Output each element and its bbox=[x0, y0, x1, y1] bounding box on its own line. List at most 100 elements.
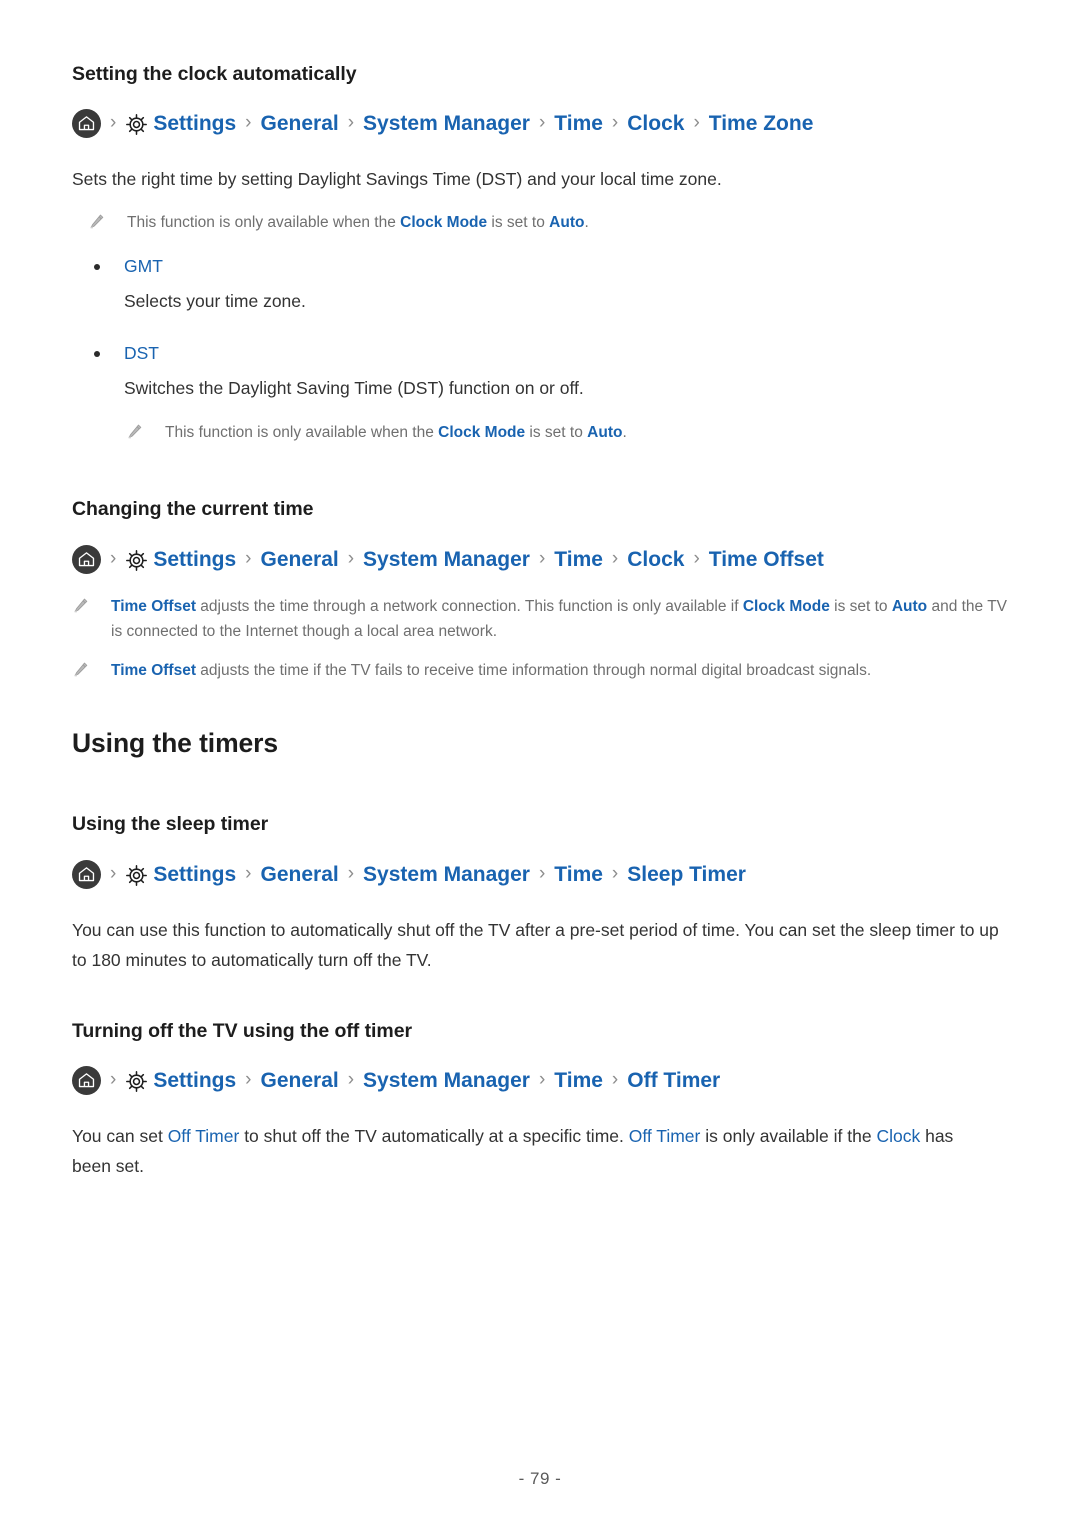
breadcrumb-crumb-system-manager[interactable]: System Manager bbox=[363, 1070, 530, 1091]
note-part-1: adjusts the time through a network conne… bbox=[196, 597, 743, 615]
breadcrumb-separator: › bbox=[611, 862, 619, 884]
note-link-time-offset[interactable]: Time Offset bbox=[111, 662, 196, 679]
gear-icon bbox=[125, 864, 148, 887]
breadcrumb-separator: › bbox=[611, 112, 619, 134]
note-link-clock-mode[interactable]: Clock Mode bbox=[438, 424, 525, 441]
note-part-1: This function is only available when the bbox=[127, 214, 401, 232]
breadcrumb-clock-auto[interactable]: › Settings › General › System Manager › … bbox=[72, 109, 1008, 139]
breadcrumb-separator: › bbox=[245, 862, 252, 884]
breadcrumb-crumb-general[interactable]: General bbox=[261, 113, 339, 134]
breadcrumb-crumb-settings[interactable]: Settings bbox=[153, 864, 236, 885]
breadcrumb-crumb-time[interactable]: Time bbox=[554, 549, 603, 570]
breadcrumb-crumb-system-manager[interactable]: System Manager bbox=[363, 113, 530, 134]
note-link-time-offset[interactable]: Time Offset bbox=[111, 598, 196, 615]
manual-page: Setting the clock automatically › Settin… bbox=[0, 0, 1080, 1527]
breadcrumb-separator: › bbox=[538, 112, 546, 134]
breadcrumb-separator: › bbox=[611, 547, 619, 569]
desc-link-off-timer[interactable]: Off Timer bbox=[168, 1126, 240, 1146]
pencil-icon bbox=[72, 661, 89, 678]
breadcrumb-separator: › bbox=[693, 547, 700, 569]
list-item: DST bbox=[94, 341, 1008, 366]
breadcrumb-sleep-timer[interactable]: › Settings › General › System Manager › … bbox=[72, 859, 1008, 889]
breadcrumb-crumb-off-timer[interactable]: Off Timer bbox=[627, 1070, 720, 1091]
page-number: - 79 - bbox=[518, 1469, 562, 1488]
breadcrumb-separator: › bbox=[347, 862, 355, 884]
gear-icon bbox=[125, 113, 148, 136]
breadcrumb-off-timer[interactable]: › Settings › General › System Manager › … bbox=[72, 1066, 1008, 1096]
note-link-auto[interactable]: Auto bbox=[892, 598, 927, 615]
breadcrumb-crumb-clock[interactable]: Clock bbox=[627, 549, 684, 570]
desc-part-1: You can set bbox=[72, 1126, 168, 1147]
bullet-dot-icon bbox=[94, 350, 100, 357]
bullet-dot-icon bbox=[94, 263, 100, 270]
home-icon[interactable] bbox=[72, 1066, 101, 1096]
note-link-clock-mode[interactable]: Clock Mode bbox=[743, 598, 830, 615]
option-label-gmt[interactable]: GMT bbox=[124, 254, 163, 279]
breadcrumb-separator: › bbox=[347, 547, 355, 569]
home-icon[interactable] bbox=[72, 859, 101, 889]
breadcrumb-crumb-clock[interactable]: Clock bbox=[627, 113, 684, 134]
page-title-using-the-timers: Using the timers bbox=[72, 728, 279, 759]
breadcrumb-crumb-sleep-timer[interactable]: Sleep Timer bbox=[627, 864, 746, 885]
gear-icon bbox=[125, 549, 148, 572]
breadcrumb-crumb-system-manager[interactable]: System Manager bbox=[363, 549, 530, 570]
note-time-offset-network: Time Offset adjusts the time through a n… bbox=[72, 594, 1008, 644]
breadcrumb-crumb-general[interactable]: General bbox=[261, 864, 339, 885]
breadcrumb-separator: › bbox=[611, 1069, 619, 1091]
breadcrumb-separator: › bbox=[245, 547, 252, 569]
breadcrumb-crumb-settings[interactable]: Settings bbox=[153, 549, 236, 570]
breadcrumb-current-time[interactable]: › Settings › General › System Manager › … bbox=[72, 544, 1008, 574]
note-link-auto[interactable]: Auto bbox=[549, 214, 584, 231]
breadcrumb-separator: › bbox=[538, 547, 546, 569]
gear-icon bbox=[125, 1070, 148, 1093]
breadcrumb-crumb-time[interactable]: Time bbox=[554, 1070, 603, 1091]
section-title-sleep-timer: Using the sleep timer bbox=[72, 813, 269, 836]
pencil-icon bbox=[126, 423, 143, 440]
note-text: Time Offset adjusts the time through a n… bbox=[111, 594, 1008, 644]
breadcrumb-separator: › bbox=[110, 547, 117, 569]
section-title-current-time: Changing the current time bbox=[72, 498, 314, 521]
option-description-gmt: Selects your time zone. bbox=[124, 290, 306, 311]
breadcrumb-crumb-time-offset[interactable]: Time Offset bbox=[709, 549, 824, 570]
section-title-clock-auto: Setting the clock automatically bbox=[72, 63, 357, 85]
desc-link-off-timer-2[interactable]: Off Timer bbox=[629, 1126, 701, 1146]
option-label-dst[interactable]: DST bbox=[124, 341, 159, 366]
note-part-2: is set to bbox=[487, 214, 550, 232]
note-link-auto[interactable]: Auto bbox=[587, 424, 622, 441]
breadcrumb-separator: › bbox=[538, 1069, 546, 1091]
breadcrumb-crumb-general[interactable]: General bbox=[261, 1070, 339, 1091]
breadcrumb-crumb-time[interactable]: Time bbox=[554, 864, 603, 885]
desc-link-clock[interactable]: Clock bbox=[876, 1126, 920, 1146]
breadcrumb-separator: › bbox=[693, 112, 700, 134]
pencil-icon bbox=[88, 213, 105, 230]
note-link-clock-mode[interactable]: Clock Mode bbox=[400, 214, 487, 231]
note-time-offset-broadcast: Time Offset adjusts the time if the TV f… bbox=[72, 658, 1008, 683]
pencil-icon bbox=[72, 597, 89, 614]
home-icon[interactable] bbox=[72, 544, 101, 574]
note-part-1: adjusts the time if the TV fails to rece… bbox=[196, 661, 872, 679]
breadcrumb-crumb-time[interactable]: Time bbox=[554, 113, 603, 134]
note-part-2: is set to bbox=[829, 597, 892, 615]
breadcrumb-separator: › bbox=[347, 1069, 355, 1091]
home-icon[interactable] bbox=[72, 109, 101, 139]
breadcrumb-separator: › bbox=[245, 1069, 252, 1091]
description-off-timer: You can set Off Timer to shut off the TV… bbox=[72, 1121, 992, 1181]
breadcrumb-crumb-general[interactable]: General bbox=[261, 549, 339, 570]
option-description-dst: Switches the Daylight Saving Time (DST) … bbox=[124, 378, 584, 399]
desc-part-2: to shut off the TV automatically at a sp… bbox=[239, 1126, 629, 1147]
section-title-off-timer: Turning off the TV using the off timer bbox=[72, 1019, 413, 1042]
breadcrumb-crumb-settings[interactable]: Settings bbox=[153, 1070, 236, 1091]
breadcrumb-crumb-settings[interactable]: Settings bbox=[153, 113, 236, 134]
breadcrumb-separator: › bbox=[110, 1069, 117, 1091]
desc-part-3: is only available if the bbox=[700, 1126, 877, 1147]
breadcrumb-separator: › bbox=[110, 112, 117, 134]
note-part-1: This function is only available when the bbox=[165, 424, 439, 442]
breadcrumb-crumb-time-zone[interactable]: Time Zone bbox=[709, 113, 814, 134]
note-part-3: . bbox=[622, 424, 627, 442]
note-text: This function is only available when the… bbox=[165, 420, 1008, 445]
breadcrumb-separator: › bbox=[538, 862, 546, 884]
breadcrumb-separator: › bbox=[245, 112, 252, 134]
breadcrumb-crumb-system-manager[interactable]: System Manager bbox=[363, 864, 530, 885]
note-text: This function is only available when the… bbox=[127, 210, 1008, 235]
breadcrumb-separator: › bbox=[347, 112, 355, 134]
